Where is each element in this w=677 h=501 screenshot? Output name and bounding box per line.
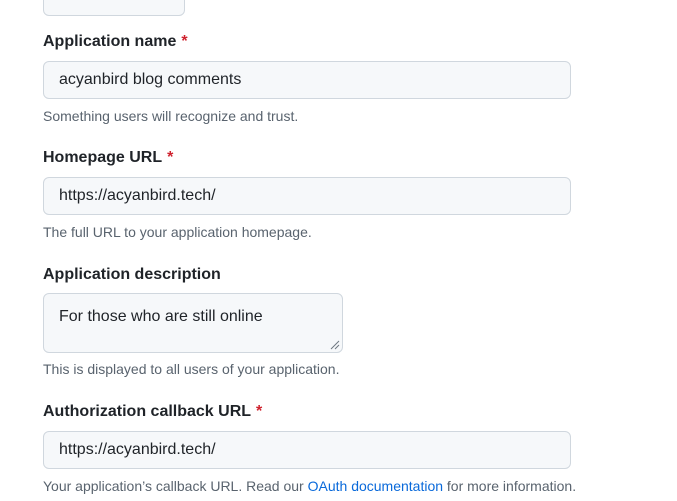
- app-name-note: Something users will recognize and trust…: [43, 108, 299, 124]
- callback-url-note-after: for more information.: [443, 478, 577, 494]
- callback-url-input[interactable]: [43, 431, 571, 469]
- homepage-url-label-text: Homepage URL: [43, 149, 163, 166]
- homepage-url-note: The full URL to your application homepag…: [43, 224, 312, 240]
- previous-field-input[interactable]: [43, 0, 185, 16]
- description-label: Application description: [43, 265, 221, 285]
- required-asterisk: *: [167, 149, 174, 166]
- callback-url-label-text: Authorization callback URL: [43, 403, 252, 420]
- homepage-url-label: Homepage URL *: [43, 148, 173, 168]
- callback-url-note: Your application’s callback URL. Read ou…: [43, 477, 576, 495]
- app-name-label-text: Application name: [43, 33, 177, 50]
- app-name-label: Application name *: [43, 32, 188, 52]
- description-note: This is displayed to all users of your a…: [43, 361, 340, 377]
- resize-handle-icon[interactable]: [330, 340, 340, 350]
- app-name-input[interactable]: [43, 61, 571, 99]
- description-label-text: Application description: [43, 266, 221, 283]
- required-asterisk: *: [256, 403, 263, 420]
- callback-url-note-before: Your application’s callback URL. Read ou…: [43, 478, 308, 494]
- description-textarea[interactable]: For those who are still online: [43, 293, 343, 353]
- callback-url-label: Authorization callback URL *: [43, 402, 262, 422]
- homepage-url-input[interactable]: [43, 177, 571, 215]
- oauth-documentation-link[interactable]: OAuth documentation: [308, 478, 443, 494]
- required-asterisk: *: [181, 33, 188, 50]
